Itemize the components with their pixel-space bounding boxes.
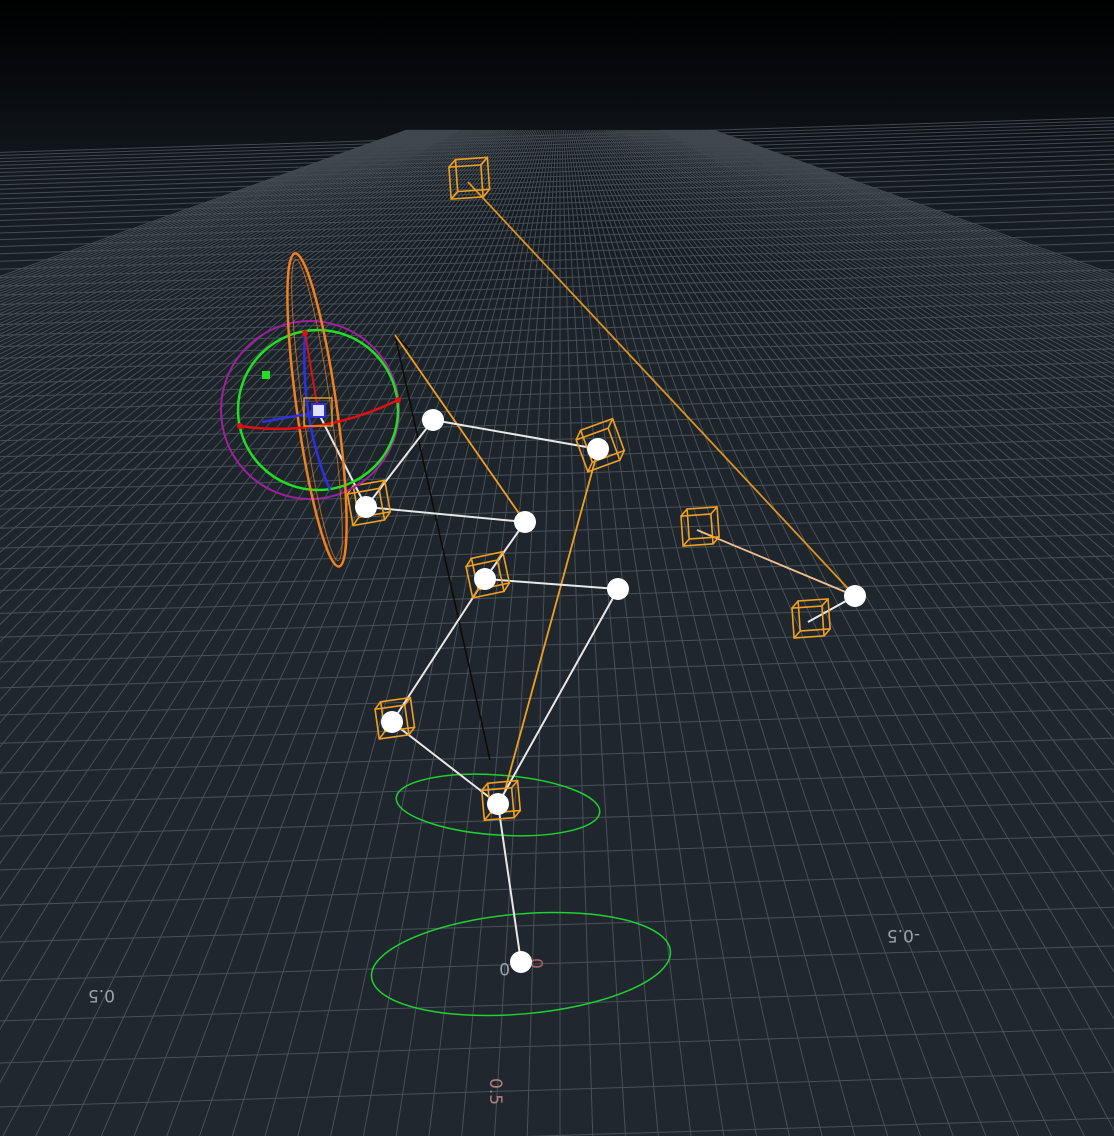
grid-line: [0, 129, 443, 339]
grid-line: [0, 129, 479, 454]
gizmo-dot-right: [395, 397, 401, 403]
grid-line: [0, 512, 1114, 549]
grid-line: [0, 242, 1114, 278]
grid-line: [0, 129, 438, 328]
grid-line: [0, 652, 1114, 689]
joint-hip[interactable]: [487, 793, 509, 815]
joint-neck[interactable]: [422, 409, 444, 431]
controller-box-side-lower[interactable]: [791, 598, 831, 639]
grid-line: [0, 129, 418, 292]
grid-line: [0, 800, 1114, 837]
grid-line: [0, 1027, 1114, 1064]
grid-line: [673, 129, 1114, 344]
3d-viewport[interactable]: -0.5 0.5 0 0 0.5: [0, 0, 1114, 1136]
grid-line: [566, 129, 692, 1136]
grid-line: [620, 129, 1114, 574]
controller-line-leg: [504, 449, 599, 791]
grid-line: [0, 708, 1114, 744]
grid-line: [614, 129, 1114, 637]
scene-canvas[interactable]: -0.5 0.5 0 0 0.5: [0, 0, 1114, 1136]
axis-label-neg-half: -0.5: [887, 925, 920, 945]
grid-line: [461, 129, 556, 1136]
grid-line: [0, 129, 440, 331]
grid-line: [526, 129, 559, 1136]
grid-line: [569, 129, 758, 1136]
grid-line: [574, 129, 856, 1136]
gizmo-dot-left: [237, 423, 243, 429]
joint-knee-right[interactable]: [607, 578, 629, 600]
gizmo-handle-green[interactable]: [262, 371, 270, 379]
gizmo-dot-top: [302, 330, 308, 336]
grid-line: [0, 129, 449, 351]
grid-line: [0, 390, 1114, 427]
grid-line: [0, 438, 1114, 474]
grid-line: [0, 834, 1114, 871]
grid-line: [264, 129, 546, 1136]
grid-line: [0, 129, 493, 529]
grid-line: [0, 737, 1114, 774]
grid-line: [631, 129, 1114, 503]
joint-hand[interactable]: [587, 438, 609, 460]
grid-line: [561, 129, 594, 1136]
grid-line: [0, 421, 1114, 458]
grid-line: [651, 129, 1114, 408]
grid-line: [588, 129, 1114, 1132]
gizmo-center-handle[interactable]: [311, 403, 326, 418]
grid-line: [670, 129, 1114, 352]
grid-line: [0, 985, 1114, 1022]
joint-shoulder[interactable]: [355, 496, 377, 518]
grid-line: [612, 129, 1114, 655]
axis-label-origin: 0: [499, 958, 510, 978]
grid-line: [0, 129, 411, 282]
grid-line: [0, 129, 452, 359]
grid-line: [661, 129, 1114, 375]
grid-line: [562, 129, 627, 1136]
grid-line: [0, 129, 455, 369]
grid-line: [0, 945, 1114, 982]
grid-line: [0, 768, 1114, 805]
joint-root[interactable]: [510, 951, 532, 973]
grid-line: [0, 555, 1114, 592]
grid-line: [0, 123, 1114, 160]
grid-line: [0, 869, 1114, 906]
grid-line: [0, 129, 481, 462]
ground-grid: [0, 117, 1114, 1136]
bone-hip-foot: [497, 803, 522, 963]
grid-line: [0, 473, 1114, 510]
grid-line: [0, 279, 1114, 315]
grid-line: [622, 129, 1114, 561]
grid-line: [0, 533, 1114, 570]
grid-line: [658, 129, 1114, 385]
grid-line: [0, 361, 1114, 398]
grid-line: [297, 129, 547, 1136]
grid-line: [564, 129, 659, 1136]
grid-line: [0, 129, 491, 518]
grid-line: [610, 129, 1114, 674]
joint-knee-left[interactable]: [381, 711, 403, 733]
joint-chest[interactable]: [514, 511, 536, 533]
joint-side[interactable]: [844, 585, 866, 607]
grid-line: [0, 129, 483, 470]
axis-label-pos-half-left: 0.5: [88, 985, 115, 1005]
grid-line: [583, 129, 1020, 1136]
grid-line: [0, 129, 414, 287]
joint-spine[interactable]: [474, 568, 496, 590]
grid-line: [493, 129, 558, 1136]
axis-label-pos-half-bottom: 0.5: [485, 1078, 505, 1105]
grid-line: [0, 492, 1114, 529]
grid-line: [0, 129, 454, 364]
grid-line: [0, 129, 489, 508]
grid-line: [0, 1071, 1114, 1108]
